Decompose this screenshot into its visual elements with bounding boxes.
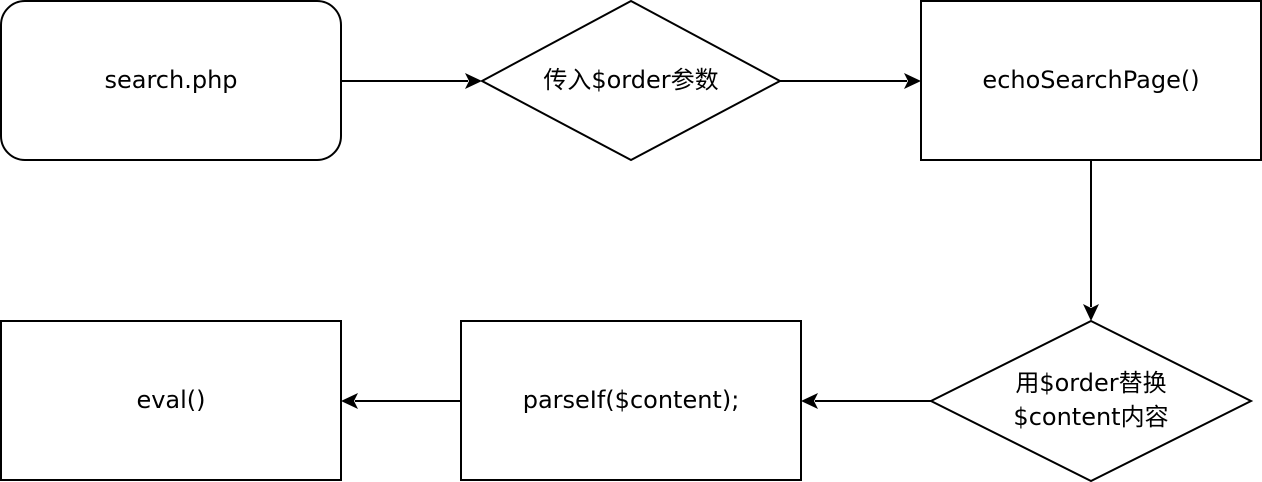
node-eval-label: eval() — [136, 386, 205, 414]
node-replace-content: 用$order替换 $content内容 — [928, 319, 1254, 482]
node-echo-search-page: echoSearchPage() — [920, 0, 1262, 161]
node-pass-order-param: 传入$order参数 — [479, 0, 783, 162]
node-echo-search-page-label: echoSearchPage() — [982, 66, 1199, 94]
edge-parse-to-eval — [341, 393, 461, 409]
node-search-php-label: search.php — [104, 66, 237, 94]
node-parse-if-label: parseIf($content); — [523, 386, 740, 414]
edge-search-to-param — [341, 73, 482, 89]
flowchart: search.php 传入$order参数 echoSearchPage() 用… — [0, 0, 1262, 482]
node-parse-if: parseIf($content); — [460, 320, 802, 481]
node-replace-content-shape — [928, 319, 1254, 482]
edge-echo-to-replace — [1083, 160, 1099, 321]
node-replace-content-label-line2: $content内容 — [1013, 403, 1168, 431]
edge-param-to-echo — [780, 73, 921, 89]
node-eval: eval() — [0, 320, 342, 481]
edge-replace-to-parse — [801, 393, 931, 409]
node-replace-content-label-line1: 用$order替换 — [1015, 369, 1166, 397]
node-search-php: search.php — [0, 0, 342, 161]
node-pass-order-param-label: 传入$order参数 — [543, 66, 718, 94]
